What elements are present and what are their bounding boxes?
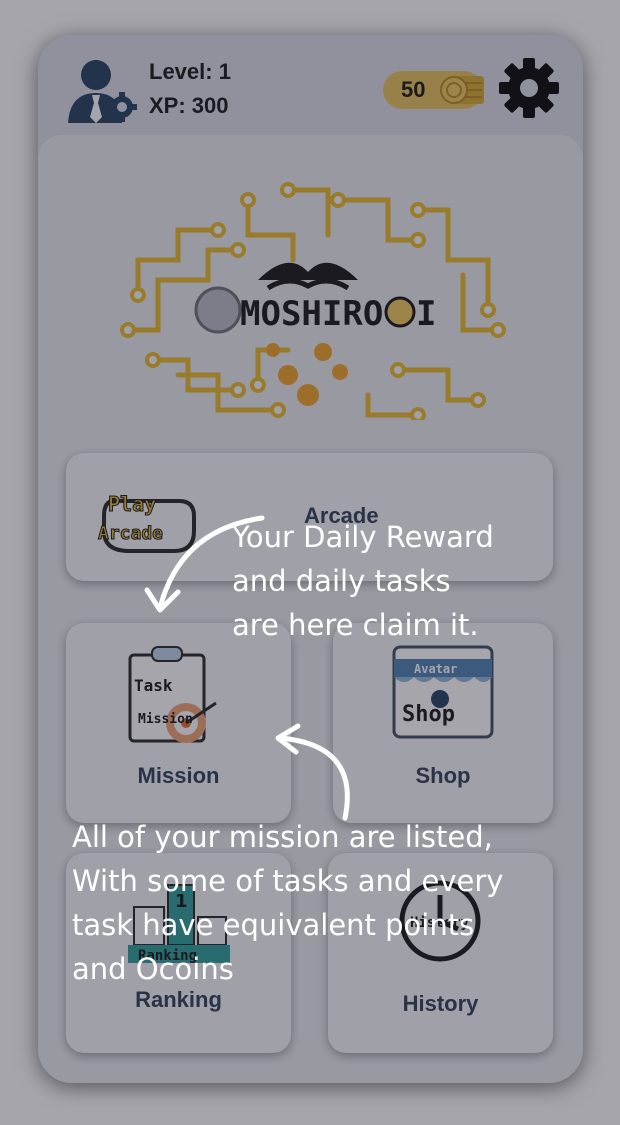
mission-tooltip: All of your mission are listed, With som…	[72, 815, 503, 991]
daily-reward-tooltip: Your Daily Reward and daily tasks are he…	[232, 515, 494, 647]
mission-tip-line-4: and Ocoins	[72, 952, 234, 986]
daily-tip-line-1: Your Daily Reward	[232, 520, 494, 554]
mission-tip-line-3: task have equivalent points	[72, 908, 475, 942]
daily-tip-line-3: are here claim it.	[232, 608, 479, 642]
mission-tip-line-2: With some of tasks and every	[72, 864, 504, 898]
mission-tip-line-1: All of your mission are listed,	[72, 820, 493, 854]
daily-tip-line-2: and daily tasks	[232, 564, 451, 598]
